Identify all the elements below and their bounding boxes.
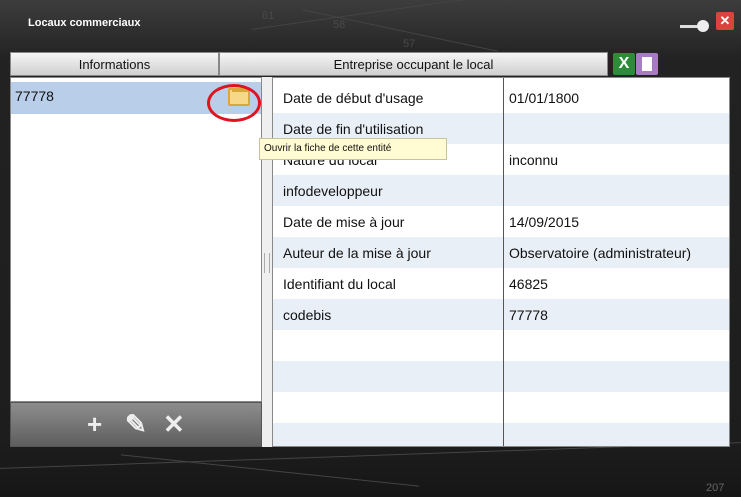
list-item-label: 77778 [15,88,54,104]
column-divider [503,78,504,446]
field-value: Observatoire (administrateur) [509,245,692,261]
field-label: Auteur de la mise à jour [283,245,431,261]
add-button[interactable]: + [87,411,102,437]
field-label: Date de mise à jour [283,214,405,230]
map-label: 58 [333,19,346,31]
map-line [302,9,498,52]
field-label: Identifiant du local [283,276,396,292]
field-label: codebis [283,307,332,323]
table-row: Identifiant du local 46825 [273,268,729,299]
document-icon[interactable] [636,53,658,75]
window-title: Locaux commerciaux [28,17,141,29]
field-label: Date de début d'usage [283,90,424,106]
splitter-grip[interactable] [264,253,270,273]
table-row: Date de début d'usage 01/01/1800 [273,82,729,113]
table-row-empty [273,330,729,361]
tab-informations[interactable]: Informations [10,52,219,76]
tab-entreprise[interactable]: Entreprise occupant le local [219,52,608,76]
table-row-empty [273,423,729,446]
opacity-slider-handle[interactable] [697,20,709,32]
tooltip: Ouvrir la fiche de cette entité [259,138,447,160]
table-row: codebis 77778 [273,299,729,330]
field-value: 01/01/1800 [509,90,580,106]
table-row: Date de mise à jour 14/09/2015 [273,206,729,237]
field-value: 46825 [509,276,548,292]
close-button[interactable]: ✕ [716,12,734,30]
field-label: Date de fin d'utilisation [283,121,424,137]
field-label: infodeveloppeur [283,183,383,199]
map-line [251,0,549,30]
excel-icon[interactable]: X [613,53,635,75]
entity-list: 77778 [10,77,262,402]
field-value: inconnu [509,152,559,168]
map-label: 57 [403,38,416,50]
document-sheet [642,57,652,71]
field-value: 77778 [509,307,548,323]
table-row-empty [273,392,729,423]
list-toolbar: + ✎ ✕ [10,402,262,447]
edit-button[interactable]: ✎ [125,411,147,437]
table-row-empty [273,361,729,392]
map-label: 61 [262,10,275,22]
panel-splitter[interactable] [262,77,272,447]
highlight-circle [207,84,261,122]
map-corner-label: 207 [706,482,725,494]
table-row: infodeveloppeur [273,175,729,206]
field-value: 14/09/2015 [509,214,580,230]
table-row: Auteur de la mise à jour Observatoire (a… [273,237,729,268]
details-table: Date de début d'usage 01/01/1800 Date de… [272,77,730,447]
delete-button[interactable]: ✕ [163,411,185,437]
